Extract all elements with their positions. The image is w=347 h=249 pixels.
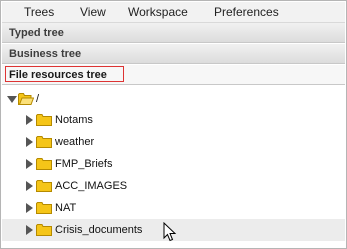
menu-workspace[interactable]: Workspace bbox=[128, 2, 188, 22]
typed-tree-label: Typed tree bbox=[9, 27, 64, 39]
folder-icon bbox=[36, 180, 52, 192]
tree-root-label: / bbox=[36, 93, 40, 105]
expand-arrow-icon[interactable] bbox=[26, 181, 33, 191]
tree-row-label: NAT bbox=[55, 202, 77, 214]
menu-preferences[interactable]: Preferences bbox=[214, 2, 279, 22]
expand-arrow-icon[interactable] bbox=[26, 159, 33, 169]
menu-trees[interactable]: Trees bbox=[24, 2, 54, 22]
expand-arrow-icon[interactable] bbox=[26, 115, 33, 125]
folder-icon bbox=[36, 158, 52, 170]
typed-tree-header[interactable]: Typed tree bbox=[2, 23, 345, 43]
tree-row-nat[interactable]: NAT bbox=[2, 197, 345, 219]
menu-view[interactable]: View bbox=[80, 2, 106, 22]
tree-row-label: Crisis_documents bbox=[55, 224, 143, 236]
open-folder-icon bbox=[18, 93, 34, 105]
tree-row-label: weather bbox=[55, 136, 95, 148]
expand-arrow-icon[interactable] bbox=[26, 137, 33, 147]
tree-root-row[interactable]: / bbox=[2, 88, 345, 110]
business-tree-label: Business tree bbox=[9, 48, 82, 60]
menu-bar: Trees View Workspace Preferences bbox=[2, 2, 345, 23]
collapse-arrow-icon[interactable] bbox=[7, 96, 17, 103]
tree-row-acc-images[interactable]: ACC_IMAGES bbox=[2, 175, 345, 197]
file-tree-panel: Trees View Workspace Preferences Typed t… bbox=[0, 0, 347, 249]
folder-icon bbox=[36, 224, 52, 236]
expand-arrow-icon[interactable] bbox=[26, 225, 33, 235]
expand-arrow-icon[interactable] bbox=[26, 203, 33, 213]
file-resources-tree-header[interactable]: File resources tree bbox=[2, 65, 345, 85]
tree-row-label: ACC_IMAGES bbox=[55, 180, 128, 192]
tree-row-weather[interactable]: weather bbox=[2, 131, 345, 153]
tree-row-fmp-briefs[interactable]: FMP_Briefs bbox=[2, 153, 345, 175]
folder-icon bbox=[36, 136, 52, 148]
mouse-pointer-icon bbox=[163, 222, 177, 242]
business-tree-header[interactable]: Business tree bbox=[2, 44, 345, 64]
file-resources-tree-label: File resources tree bbox=[9, 69, 107, 81]
tree-row-label: FMP_Briefs bbox=[55, 158, 113, 170]
folder-icon bbox=[36, 114, 52, 126]
folder-icon bbox=[36, 202, 52, 214]
tree-row-label: Notams bbox=[55, 114, 93, 126]
tree-row-notams[interactable]: Notams bbox=[2, 109, 345, 131]
